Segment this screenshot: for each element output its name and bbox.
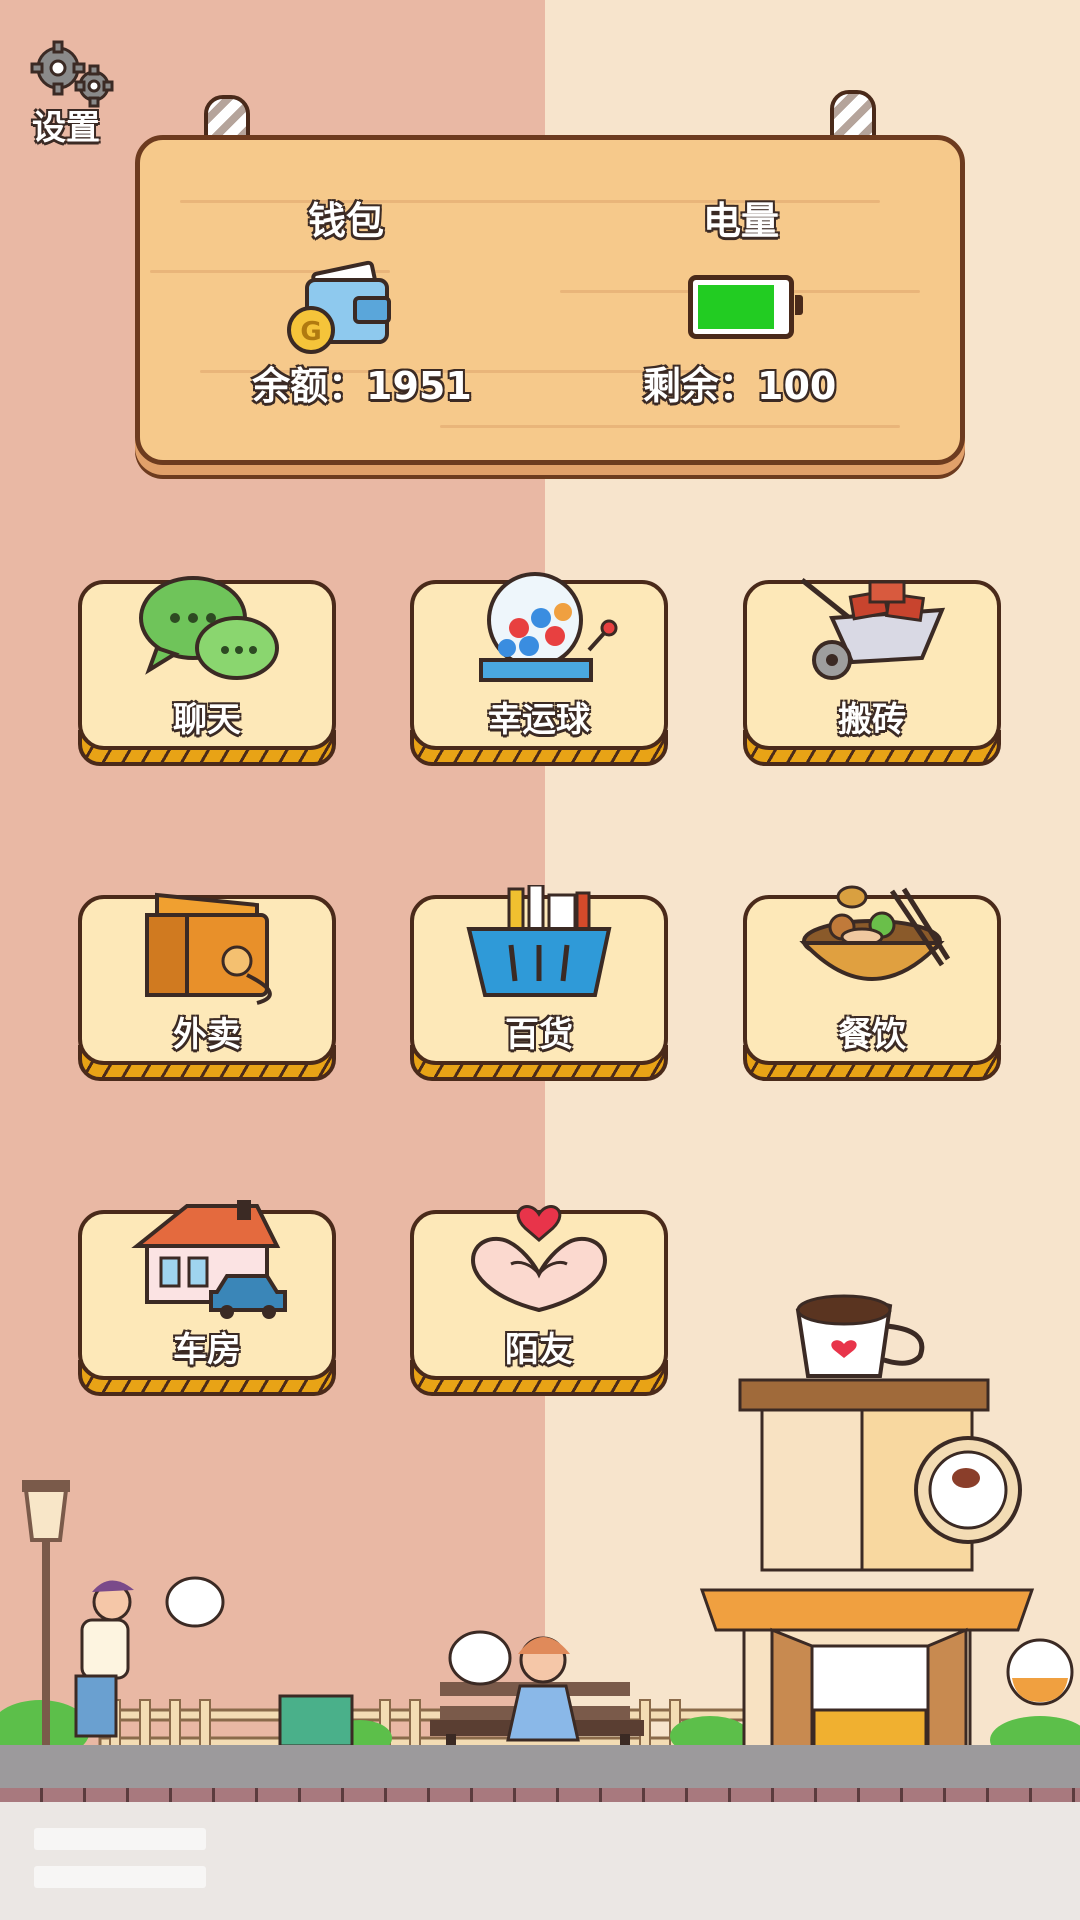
footer-placeholder-bar [34,1866,206,1888]
lottery-machine-icon [479,572,618,682]
curb [0,1788,1080,1802]
battery-level [698,285,774,329]
power-remaining: 剩余：100 [643,364,837,408]
battery-icon [688,275,803,339]
svg-text:G: G [300,317,321,347]
menu-label-department-store: 百货 [505,1015,573,1055]
menu-tile-takeout[interactable]: 外卖 [78,892,336,1083]
menu-label-chat: 聊天 [173,700,241,740]
wallet-balance: 余额：1951 [252,364,472,408]
menu-tile-chat[interactable]: 聊天 [78,576,336,768]
chat-bubbles-icon [139,576,279,680]
menu-label-lucky-ball: 幸运球 [488,700,590,740]
wallet-title: 钱包 [308,199,385,243]
menu-label-move-bricks: 搬砖 [838,700,906,740]
settings-button[interactable]: 设置 [22,40,122,150]
menu-label-takeout: 外卖 [173,1015,241,1055]
wallet-icon: G [287,260,391,354]
footer-placeholder-bar [34,1828,206,1850]
menu-label-dining: 餐饮 [838,1015,906,1055]
food-bowl-icon [799,885,951,981]
shopping-basket-icon [466,885,612,997]
menu-tile-move-bricks[interactable]: 搬砖 [743,578,1001,768]
menu-tile-lucky-ball[interactable]: 幸运球 [410,572,668,768]
delivery-box-icon [145,892,272,1005]
power-title: 电量 [703,199,780,243]
settings-label: 设置 [32,108,100,148]
status-signboard [135,135,965,465]
menu-tile-department-store[interactable]: 百货 [410,885,668,1083]
menu-tile-dining[interactable]: 餐饮 [743,885,1001,1083]
wheelbarrow-bricks-icon [800,578,946,680]
